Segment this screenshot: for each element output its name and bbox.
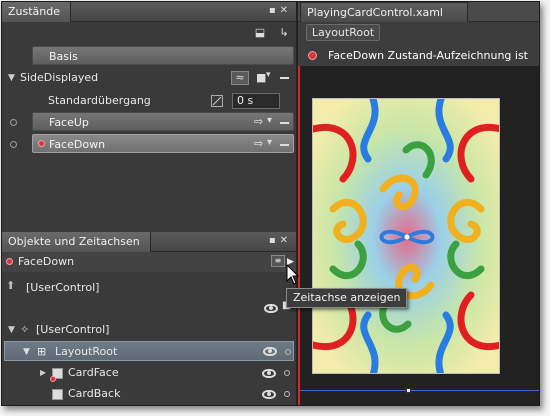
- eye-icon[interactable]: [264, 304, 278, 313]
- tree-row-usercontrol[interactable]: ▼ ✧ [UserControl]: [2, 320, 296, 340]
- eye-icon[interactable]: [263, 347, 277, 356]
- default-transition-label: Standardübergang: [48, 94, 151, 107]
- lock-toggle-icon[interactable]: [284, 370, 290, 376]
- transition-effect-icon[interactable]: ≈: [231, 71, 249, 85]
- tree-item-label: CardBack: [68, 387, 121, 400]
- application-window: Zustände ▪✕ ⬓ ↳ Basis ▼ SideDisplayed ≈ …: [1, 1, 540, 406]
- scope-row[interactable]: ⬆ [UserControl]: [2, 278, 296, 298]
- tree-row-cardface[interactable]: ▶ CardFace: [2, 363, 296, 383]
- add-state-group-icon[interactable]: ⬓: [252, 26, 268, 40]
- states-panel-tab[interactable]: Zustände: [2, 2, 72, 22]
- usercontrol-icon: ✧: [20, 323, 30, 336]
- state-base[interactable]: Basis: [32, 46, 294, 65]
- artboard[interactable]: [298, 66, 539, 405]
- breadcrumb[interactable]: LayoutRoot: [306, 24, 380, 41]
- remove-state-icon[interactable]: [280, 144, 289, 146]
- easing-icon[interactable]: [211, 95, 223, 107]
- tree-item-label: LayoutRoot: [55, 345, 118, 358]
- eye-icon[interactable]: [262, 369, 276, 378]
- objects-panel-header: Objekte und Zeitachsen ▪✕: [2, 232, 296, 252]
- add-state-icon[interactable]: ↳: [276, 26, 292, 40]
- eye-icon[interactable]: [262, 390, 276, 399]
- mouse-cursor-icon: [286, 264, 300, 285]
- tree-row-cardback[interactable]: CardBack: [2, 384, 296, 404]
- storyboard-row[interactable]: FaceDown ≡ ▶: [2, 252, 296, 272]
- swirl-pattern: [313, 99, 499, 373]
- recording-dot-icon: [50, 376, 56, 382]
- tree-row-layoutroot[interactable]: ▼ ⊞ LayoutRoot: [4, 341, 294, 361]
- pin-icon[interactable]: ▪: [269, 5, 280, 16]
- tree-item-label: CardFace: [68, 366, 119, 379]
- panel-pin-close-icons[interactable]: ▪✕: [269, 5, 292, 16]
- state-row-facedown[interactable]: FaceDown ⇨ ▾: [2, 134, 296, 154]
- objects-panel-tab[interactable]: Objekte und Zeitachsen: [2, 232, 151, 252]
- panel-pin-close-icons[interactable]: ▪✕: [269, 235, 292, 246]
- recording-dot-icon: [38, 140, 45, 147]
- default-transition-duration-input[interactable]: 0 s: [232, 93, 280, 109]
- state-row-faceup[interactable]: FaceUp ⇨ ▾: [2, 112, 296, 132]
- default-transition-row: Standardübergang 0 s: [2, 91, 296, 111]
- document-tab[interactable]: PlayingCardControl.xaml: [300, 2, 468, 22]
- state-group-row[interactable]: ▼ SideDisplayed ≈ ■ ▾: [2, 68, 296, 88]
- image-icon: [52, 389, 63, 400]
- close-icon[interactable]: ✕: [280, 5, 292, 16]
- dropdown-arrow-icon[interactable]: ▾: [267, 111, 272, 131]
- record-indicator-icon[interactable]: [10, 141, 17, 148]
- storyboard-name[interactable]: FaceDown: [18, 252, 74, 272]
- layout-guide-line: [300, 390, 539, 391]
- scope-label: [UserControl]: [26, 281, 100, 294]
- dropdown-arrow-icon[interactable]: ▾: [266, 65, 271, 85]
- resize-handle[interactable]: [406, 388, 411, 393]
- tooltip: Zeitachse anzeigen: [286, 288, 408, 308]
- document-pane: PlayingCardControl.xaml LayoutRoot FaceD…: [298, 2, 539, 405]
- states-toolbar: ⬓ ↳: [2, 23, 296, 43]
- tree-item-label: [UserControl]: [36, 323, 110, 336]
- scope-up-icon[interactable]: ⬆: [6, 276, 15, 296]
- left-pane: Zustände ▪✕ ⬓ ↳ Basis ▼ SideDisplayed ≈ …: [2, 2, 296, 405]
- grid-icon: ⊞: [37, 345, 47, 358]
- state-faceup-label: FaceUp: [49, 116, 89, 129]
- timeline-icon[interactable]: ≡: [271, 255, 285, 267]
- lock-toggle-icon[interactable]: [284, 391, 290, 397]
- recording-dot-icon[interactable]: [308, 51, 317, 60]
- state-group-name: SideDisplayed: [20, 71, 99, 84]
- pin-icon[interactable]: ▪: [269, 235, 280, 246]
- remove-group-icon[interactable]: [280, 77, 289, 79]
- recording-dot-icon: [6, 258, 13, 265]
- record-indicator-icon[interactable]: [10, 119, 17, 126]
- states-panel-header: Zustände ▪✕: [2, 2, 296, 22]
- add-transition-icon[interactable]: ⇨: [254, 112, 263, 132]
- expand-triangle-icon[interactable]: ▶: [40, 363, 46, 383]
- collapse-triangle-icon[interactable]: ▼: [8, 68, 15, 88]
- collapse-triangle-icon[interactable]: ▼: [23, 342, 30, 362]
- dropdown-arrow-icon[interactable]: ▾: [267, 133, 272, 153]
- remove-state-icon[interactable]: [280, 122, 289, 124]
- state-facedown-label: FaceDown: [49, 138, 106, 151]
- card-face-image[interactable]: [312, 98, 500, 374]
- lock-toggle-icon[interactable]: [285, 349, 291, 355]
- collapse-triangle-icon[interactable]: ▼: [8, 320, 15, 340]
- add-transition-icon[interactable]: ■: [256, 68, 266, 88]
- add-transition-icon[interactable]: ⇨: [254, 134, 263, 154]
- close-icon[interactable]: ✕: [280, 235, 292, 246]
- recording-banner: FaceDown Zustand-Aufzeichnung ist an: [298, 45, 539, 84]
